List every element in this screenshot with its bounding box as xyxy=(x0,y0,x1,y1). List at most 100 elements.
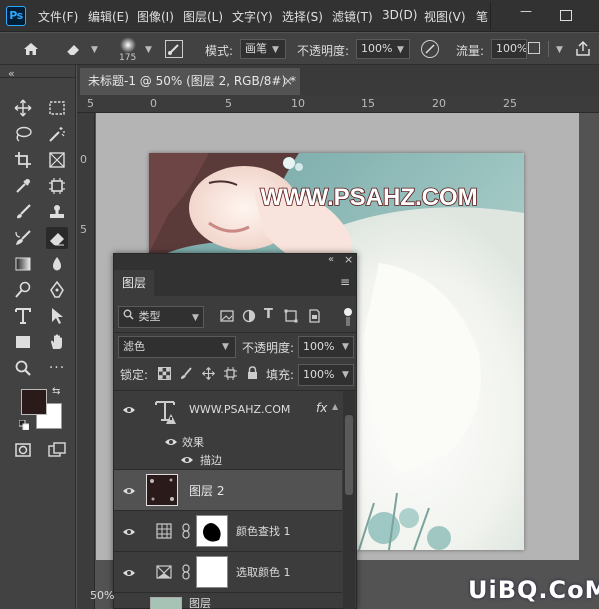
layer-row[interactable]: 选取颜色 1 xyxy=(114,552,342,592)
menu-filter[interactable]: 滤镜(T) xyxy=(332,8,373,25)
zoom-level[interactable]: 50% xyxy=(90,589,114,602)
brush-preview-icon[interactable] xyxy=(116,36,140,54)
pressure-opacity-icon[interactable] xyxy=(421,40,439,58)
chevron-down-icon[interactable]: ▼ xyxy=(342,342,349,352)
eye-icon[interactable] xyxy=(122,567,136,577)
lock-position-icon[interactable] xyxy=(202,367,215,380)
layer-mask-thumbnail[interactable] xyxy=(196,556,228,588)
fx-badge[interactable]: fx xyxy=(316,401,327,415)
layer-name[interactable]: 颜色查找 1 xyxy=(236,523,291,539)
blur-tool-icon[interactable] xyxy=(46,253,68,275)
eye-icon[interactable] xyxy=(122,526,136,536)
marquee-tool-icon[interactable] xyxy=(46,97,68,119)
eraser-tool-icon[interactable] xyxy=(46,227,68,249)
layer-row-selected[interactable]: 图层 2 xyxy=(114,470,342,510)
mode-select[interactable]: 画笔 xyxy=(240,39,286,59)
lock-artboard-icon[interactable] xyxy=(224,367,237,380)
menu-edit[interactable]: 编辑(E) xyxy=(88,8,129,25)
swap-colors-icon[interactable]: ⇆ xyxy=(52,386,60,397)
lasso-tool-icon[interactable] xyxy=(12,123,34,145)
scrollbar-thumb[interactable] xyxy=(345,415,353,495)
layer-name[interactable]: WWW.PSAHZ.COM xyxy=(189,403,290,416)
blend-mode-select[interactable]: 滤色 xyxy=(118,336,236,358)
rectangle-tool-icon[interactable] xyxy=(12,331,34,353)
close-tab-icon[interactable]: × xyxy=(283,68,293,94)
eye-icon[interactable] xyxy=(122,404,136,416)
effects-row[interactable]: 效果 xyxy=(114,433,342,450)
eyedropper-tool-icon[interactable] xyxy=(12,175,34,197)
menu-3d[interactable]: 3D(D) xyxy=(382,8,417,22)
menu-image[interactable]: 图像(I) xyxy=(137,8,174,25)
filter-type-icon[interactable]: T xyxy=(264,307,273,322)
eraser-tool-preset-icon[interactable] xyxy=(64,41,84,57)
menu-overflow[interactable]: 笔 xyxy=(476,8,488,25)
pen-tool-icon[interactable] xyxy=(46,279,68,301)
chevron-down-icon[interactable]: ▼ xyxy=(91,45,98,55)
effect-stroke-row[interactable]: 描边 xyxy=(114,450,342,469)
lock-transparent-icon[interactable] xyxy=(158,367,171,380)
link-icon[interactable] xyxy=(182,523,190,539)
layer-name[interactable]: 图层 2 xyxy=(189,482,224,499)
chevron-down-icon[interactable]: ▼ xyxy=(145,45,152,55)
panel-menu-icon[interactable]: ≡ xyxy=(340,275,350,289)
eye-icon[interactable] xyxy=(122,485,136,495)
eye-icon[interactable] xyxy=(164,436,178,446)
type-tool-icon[interactable] xyxy=(12,305,34,327)
collapse-panel-icon[interactable]: « xyxy=(328,254,334,265)
crop-tool-icon[interactable] xyxy=(12,149,34,171)
screen-mode-icon[interactable] xyxy=(46,439,68,461)
path-selection-tool-icon[interactable] xyxy=(46,305,68,327)
frame-select-tool-icon[interactable] xyxy=(46,175,68,197)
filter-adjustment-icon[interactable] xyxy=(242,309,256,323)
layer-row[interactable]: 颜色查找 1 xyxy=(114,511,342,551)
zoom-tool-icon[interactable] xyxy=(12,357,34,379)
menu-select[interactable]: 选择(S) xyxy=(282,8,323,25)
chevron-down-icon[interactable]: ▼ xyxy=(397,45,404,55)
maximize-button[interactable] xyxy=(560,10,572,21)
frame-tool-icon[interactable] xyxy=(46,149,68,171)
more-tools-icon[interactable]: ··· xyxy=(46,357,68,379)
brush-settings-icon[interactable] xyxy=(165,40,183,58)
stamp-tool-icon[interactable] xyxy=(46,201,68,223)
default-colors-icon[interactable] xyxy=(18,419,30,431)
foreground-color-swatch[interactable] xyxy=(21,389,47,415)
filter-toggle-icon[interactable] xyxy=(343,307,353,327)
filter-pixel-icon[interactable] xyxy=(220,309,234,323)
history-brush-tool-icon[interactable] xyxy=(12,227,34,249)
menu-layer[interactable]: 图层(L) xyxy=(183,8,223,25)
quick-mask-icon[interactable] xyxy=(12,439,34,461)
layer-name[interactable]: 选取颜色 1 xyxy=(236,564,291,580)
minimize-button[interactable]: — xyxy=(520,4,532,18)
chevron-down-icon[interactable]: ▼ xyxy=(556,45,563,55)
link-icon[interactable] xyxy=(182,564,190,580)
lock-pixels-icon[interactable] xyxy=(180,367,193,380)
dodge-tool-icon[interactable] xyxy=(12,279,34,301)
menu-file[interactable]: 文件(F) xyxy=(38,8,78,25)
layers-scrollbar[interactable] xyxy=(343,391,355,609)
chevron-down-icon[interactable]: ▼ xyxy=(342,370,349,380)
home-icon[interactable] xyxy=(22,40,40,58)
move-tool-icon[interactable] xyxy=(12,97,34,119)
layer-row[interactable]: 图层 xyxy=(114,593,342,609)
share-icon[interactable] xyxy=(574,40,592,58)
filter-smart-object-icon[interactable] xyxy=(307,309,321,323)
flow-input[interactable]: 100% xyxy=(491,39,527,59)
close-panel-icon[interactable]: × xyxy=(344,253,353,266)
collapse-panel-icon[interactable]: « xyxy=(8,67,15,80)
layer-row[interactable]: WWW.PSAHZ.COM fx ▲ xyxy=(114,391,342,433)
airbrush-icon[interactable] xyxy=(528,42,540,54)
brush-tool-icon[interactable] xyxy=(12,201,34,223)
chevron-up-icon[interactable]: ▲ xyxy=(332,402,338,411)
magic-wand-tool-icon[interactable] xyxy=(46,123,68,145)
menu-view[interactable]: 视图(V) xyxy=(424,8,466,25)
document-tab[interactable]: 未标题-1 @ 50% (图层 2, RGB/8#) * × xyxy=(80,68,300,95)
lock-all-icon[interactable] xyxy=(246,366,259,380)
layer-name[interactable]: 图层 xyxy=(189,595,211,609)
layer-mask-thumbnail[interactable] xyxy=(196,515,228,547)
tab-layers[interactable]: 图层 xyxy=(114,270,154,296)
hand-tool-icon[interactable] xyxy=(46,331,68,353)
eye-icon[interactable] xyxy=(180,454,194,464)
menu-type[interactable]: 文字(Y) xyxy=(232,8,273,25)
gradient-tool-icon[interactable] xyxy=(12,253,34,275)
filter-shape-icon[interactable] xyxy=(284,309,298,323)
